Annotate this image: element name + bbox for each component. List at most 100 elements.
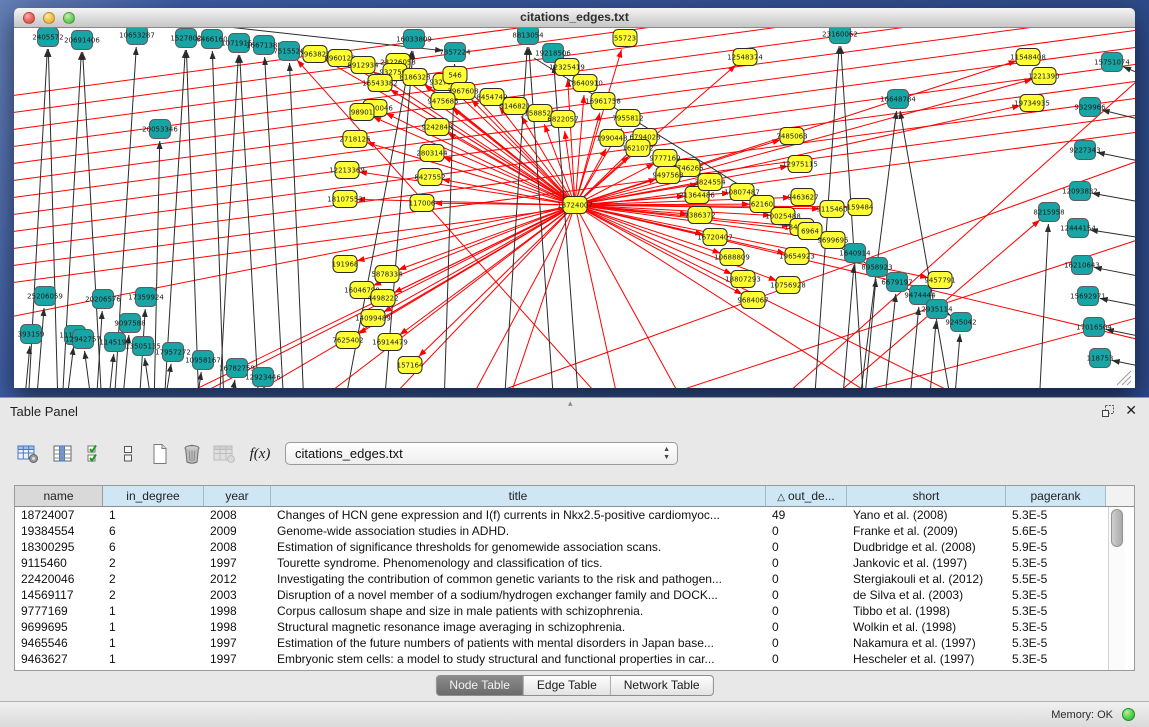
cell-in_degree[interactable]: 2 <box>103 571 204 587</box>
network-edge[interactable] <box>568 79 575 205</box>
tab-node-table[interactable]: Node Table <box>436 676 524 695</box>
cell-in_degree[interactable]: 2 <box>103 587 204 603</box>
cell-pagerank[interactable]: 5.3E-5 <box>1006 619 1106 635</box>
network-edge[interactable] <box>230 380 235 388</box>
cell-out_de[interactable]: 0 <box>766 619 847 635</box>
network-edge[interactable] <box>574 308 1135 388</box>
table-row[interactable]: 911546021997Tourette syndrome. Phenomeno… <box>15 555 1109 571</box>
cell-short[interactable]: Jankovic et al. (1997) <box>847 555 1006 571</box>
network-node[interactable]: 20691406 <box>64 31 100 50</box>
network-node[interactable]: 15692971 <box>1070 287 1106 306</box>
table-row[interactable]: 1830029562008Estimation of significance … <box>15 539 1109 555</box>
network-edge[interactable] <box>842 265 854 388</box>
network-node[interactable]: 8912934 <box>347 57 379 74</box>
cell-pagerank[interactable]: 5.3E-5 <box>1006 603 1106 619</box>
network-edge[interactable] <box>186 50 199 388</box>
cell-name[interactable]: 14569117 <box>15 587 103 603</box>
cell-out_de[interactable]: 0 <box>766 587 847 603</box>
resize-grip[interactable] <box>1117 371 1131 385</box>
cell-name[interactable]: 9777169 <box>15 603 103 619</box>
cell-year[interactable]: 1998 <box>204 619 271 635</box>
network-edge[interactable] <box>1094 267 1135 283</box>
network-node[interactable]: 159484 <box>847 199 874 216</box>
table-row[interactable]: 969969511998Structural magnetic resonanc… <box>15 619 1109 635</box>
network-edge[interactable] <box>240 55 259 388</box>
cell-pagerank[interactable]: 5.3E-5 <box>1006 555 1106 571</box>
network-edge[interactable] <box>864 279 876 388</box>
column-header-pagerank[interactable]: pagerank <box>1006 486 1106 506</box>
network-edge[interactable] <box>265 57 284 388</box>
cell-short[interactable]: Nakamura et al. (1997) <box>847 635 1006 651</box>
function-builder-button[interactable]: f(x) <box>246 440 274 468</box>
cell-short[interactable]: de Silva et al. (2003) <box>847 587 1006 603</box>
table-settings-button[interactable] <box>14 440 42 468</box>
scrollbar-thumb[interactable] <box>1111 509 1123 547</box>
network-node[interactable]: 7485063 <box>776 128 807 145</box>
network-node[interactable]: 9115460 <box>816 201 847 218</box>
network-node[interactable]: 8215958 <box>1033 203 1064 222</box>
network-edge[interactable] <box>108 354 114 388</box>
network-node[interactable]: 16210643 <box>1064 256 1100 275</box>
cell-short[interactable]: Wolkin et al. (1998) <box>847 619 1006 635</box>
table-row[interactable]: 946554611997Estimation of the future num… <box>15 635 1109 651</box>
cell-short[interactable]: Hescheler et al. (1997) <box>847 651 1006 667</box>
network-node[interactable]: 11548408 <box>1010 49 1046 66</box>
column-header-name[interactable]: name <box>15 486 103 506</box>
network-edge[interactable] <box>164 50 185 388</box>
network-node[interactable]: 9227343 <box>1069 141 1100 160</box>
network-edge[interactable] <box>575 49 622 205</box>
network-node[interactable]: 5878334 <box>371 266 403 283</box>
network-node[interactable]: 12444154 <box>1060 219 1096 238</box>
network-edge[interactable] <box>884 294 896 388</box>
cell-in_degree[interactable]: 6 <box>103 523 204 539</box>
cell-title[interactable]: Embryonic stem cells: a model to study s… <box>271 651 766 667</box>
network-node[interactable]: 98901 <box>350 104 374 121</box>
network-edge[interactable] <box>900 111 952 388</box>
cell-pagerank[interactable]: 5.5E-5 <box>1006 571 1106 587</box>
network-node[interactable]: 17359924 <box>128 288 164 307</box>
network-node[interactable]: 12093832 <box>1062 182 1098 201</box>
network-node[interactable]: 12213369 <box>329 162 365 179</box>
cell-year[interactable]: 2008 <box>204 507 271 523</box>
table-row[interactable]: 1456911722003Disruption of a novel membe… <box>15 587 1109 603</box>
cell-year[interactable]: 1997 <box>204 651 271 667</box>
network-edge[interactable] <box>1112 360 1135 373</box>
column-header-title[interactable]: title <box>271 486 766 506</box>
cell-short[interactable]: Tibbo et al. (1998) <box>847 603 1006 619</box>
network-edge[interactable] <box>447 133 575 205</box>
network-node[interactable]: 16961758 <box>585 93 621 110</box>
table-row[interactable]: 946362711997Embryonic stem cells: a mode… <box>15 651 1109 667</box>
network-node[interactable]: 23160062 <box>822 28 858 44</box>
cell-in_degree[interactable]: 6 <box>103 539 204 555</box>
network-node[interactable]: 4498222 <box>367 290 398 307</box>
cell-title[interactable]: Structural magnetic resonance image aver… <box>271 619 766 635</box>
cell-year[interactable]: 1997 <box>204 555 271 571</box>
cell-pagerank[interactable]: 5.3E-5 <box>1006 507 1106 523</box>
network-node[interactable]: 14099489 <box>355 310 391 327</box>
cell-out_de[interactable]: 0 <box>766 555 847 571</box>
column-header-in_degree[interactable]: in_degree <box>103 486 204 506</box>
network-node[interactable]: 15751074 <box>1094 53 1130 72</box>
network-node[interactable]: 118753 <box>1087 349 1114 368</box>
table-row[interactable]: 1872400712008Changes of HCN gene express… <box>15 507 1109 523</box>
cell-in_degree[interactable]: 1 <box>103 635 204 651</box>
window-titlebar[interactable]: citations_edges.txt <box>14 8 1135 28</box>
row-height-button[interactable] <box>114 440 142 468</box>
close-panel-icon[interactable]: ✕ <box>1125 402 1137 419</box>
network-node[interactable]: 17016504 <box>1076 318 1112 337</box>
cell-title[interactable]: Corpus callosum shape and size in male p… <box>271 603 766 619</box>
network-edge[interactable] <box>36 308 44 388</box>
network-edge[interactable] <box>1097 152 1135 168</box>
network-node[interactable]: 10653287 <box>119 28 155 45</box>
cell-in_degree[interactable]: 1 <box>103 603 204 619</box>
cell-name[interactable]: 18300295 <box>15 539 103 555</box>
column-chooser-button[interactable] <box>49 440 77 468</box>
cell-name[interactable]: 9465546 <box>15 635 103 651</box>
network-node[interactable]: 20206576 <box>85 290 121 309</box>
network-edge[interactable] <box>398 205 575 270</box>
network-node[interactable]: 7955812 <box>612 110 643 127</box>
network-node[interactable]: 9457791 <box>924 272 955 289</box>
table-row[interactable]: 1938455462009Genome-wide association stu… <box>15 523 1109 539</box>
network-node[interactable]: 3824554 <box>694 174 726 191</box>
table-selector-dropdown[interactable]: citations_edges.txt ▲▼ <box>285 442 678 465</box>
